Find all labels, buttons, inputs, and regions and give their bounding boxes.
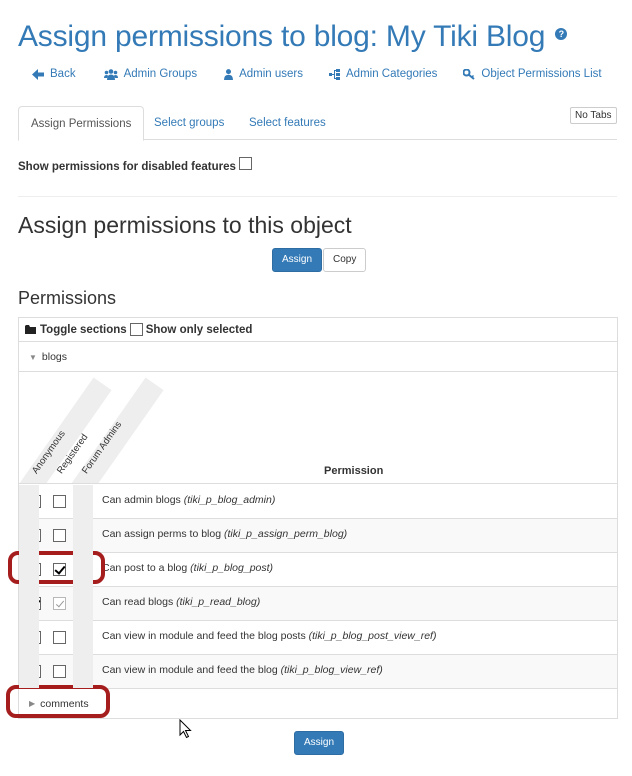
assign-heading: Assign permissions to this object	[18, 212, 352, 238]
permission-row: Can view in module and feed the blog (ti…	[19, 655, 617, 689]
show-disabled-features-checkbox[interactable]	[238, 157, 252, 170]
permission-row: Can read blogs (tiki_p_read_blog)	[19, 587, 617, 621]
assign-button-bottom[interactable]: Assign	[294, 731, 345, 755]
section-blogs-toggle[interactable]: ▼ blogs	[19, 343, 617, 372]
nav-links: Back Admin Groups Admin users Admin Cate…	[32, 68, 602, 80]
permission-checkbox-registered[interactable]	[53, 563, 66, 576]
tab-select-groups[interactable]: Select groups	[142, 106, 236, 140]
permission-label: Can admin blogs (tiki_p_blog_admin)	[102, 485, 275, 515]
divider	[18, 196, 617, 197]
admin-groups-link-label: Admin Groups	[123, 68, 198, 80]
show-disabled-features-label: Show permissions for disabled features	[18, 160, 236, 173]
caret-right-icon: ▶	[29, 699, 36, 708]
arrow-left-icon	[32, 68, 44, 80]
show-only-selected-label: Show only selected	[145, 323, 253, 336]
permission-checkbox-registered[interactable]	[53, 631, 66, 644]
sitemap-icon	[329, 68, 341, 80]
permission-column-header: Permission	[324, 465, 384, 477]
users-icon	[103, 68, 118, 80]
permission-name: Can post to a blog	[102, 562, 188, 574]
admin-categories-link[interactable]: Admin Categories	[329, 68, 437, 80]
forum-admins-column-stripe	[73, 485, 93, 688]
permission-checkbox-registered[interactable]	[53, 665, 66, 678]
key-icon	[463, 68, 476, 80]
permission-checkbox-registered[interactable]	[53, 597, 66, 610]
tab-bar: Assign Permissions Select groups Select …	[18, 106, 617, 141]
caret-down-icon: ▼	[29, 352, 37, 362]
folder-icon[interactable]	[25, 325, 36, 334]
toggle-sections-row: Toggle sections Show only selected	[19, 318, 617, 342]
permission-label: Can view in module and feed the blog pos…	[102, 621, 436, 651]
tab-assign-permissions[interactable]: Assign Permissions	[18, 106, 145, 141]
show-only-selected-checkbox[interactable]	[129, 323, 143, 336]
permission-checkbox-registered[interactable]	[53, 495, 66, 508]
section-comments-label: comments	[40, 697, 89, 710]
copy-button[interactable]: Copy	[323, 248, 367, 272]
permission-name: Can view in module and feed the blog pos…	[102, 630, 306, 642]
permission-code: (tiki_p_read_blog)	[176, 596, 261, 608]
object-permissions-list-link-label: Object Permissions List	[481, 68, 602, 80]
assign-button-top[interactable]: Assign	[272, 248, 323, 272]
section-blogs-label: blogs	[41, 351, 68, 363]
permission-label: Can assign perms to blog (tiki_p_assign_…	[102, 519, 347, 549]
group-columns-header: Anonymous Registered Forum Admins Permis…	[19, 373, 617, 484]
page-title: Assign permissions to blog: My Tiki Blog…	[18, 20, 568, 54]
section-comments-toggle[interactable]: ▶ comments	[19, 688, 617, 719]
permissions-table: Toggle sections Show only selected ▼ blo…	[18, 317, 618, 719]
permission-code: (tiki_p_assign_perm_blog)	[224, 528, 348, 540]
back-link[interactable]: Back	[32, 68, 76, 80]
user-icon	[224, 68, 234, 80]
admin-groups-link[interactable]: Admin Groups	[103, 68, 198, 80]
permission-name: Can view in module and feed the blog	[102, 664, 278, 676]
permission-label: Can view in module and feed the blog (ti…	[102, 655, 383, 685]
object-permissions-list-link[interactable]: Object Permissions List	[463, 68, 602, 80]
toggle-sections-label[interactable]: Toggle sections	[40, 324, 127, 336]
permission-code: (tiki_p_blog_post_view_ref)	[308, 630, 437, 642]
anonymous-column-stripe	[19, 485, 39, 688]
permission-checkbox-registered[interactable]	[53, 529, 66, 542]
no-tabs-button[interactable]: No Tabs	[570, 107, 617, 124]
permission-code: (tiki_p_blog_admin)	[183, 494, 276, 506]
permission-name: Can assign perms to blog	[102, 528, 222, 540]
permission-label: Can read blogs (tiki_p_read_blog)	[102, 587, 260, 617]
permission-row: Can view in module and feed the blog pos…	[19, 621, 617, 655]
page-title-text: Assign permissions to blog: My Tiki Blog	[18, 20, 546, 53]
permission-name: Can read blogs	[102, 596, 174, 608]
admin-users-link-label: Admin users	[239, 68, 304, 80]
back-link-label: Back	[50, 68, 76, 80]
permission-row: Can assign perms to blog (tiki_p_assign_…	[19, 519, 617, 553]
permission-row: Can post to a blog (tiki_p_blog_post)	[19, 553, 617, 587]
admin-users-link[interactable]: Admin users	[224, 68, 303, 80]
permission-name: Can admin blogs	[102, 494, 181, 506]
permission-code: (tiki_p_blog_view_ref)	[280, 664, 383, 676]
admin-categories-link-label: Admin Categories	[346, 68, 438, 80]
tab-select-features[interactable]: Select features	[237, 106, 338, 140]
question-circle-icon[interactable]: ?	[555, 28, 568, 41]
show-disabled-features: Show permissions for disabled features	[18, 157, 252, 173]
permission-label: Can post to a blog (tiki_p_blog_post)	[102, 553, 273, 583]
permission-code: (tiki_p_blog_post)	[190, 562, 274, 574]
permissions-heading: Permissions	[18, 288, 117, 308]
mouse-cursor-icon	[179, 719, 192, 739]
permission-row: Can admin blogs (tiki_p_blog_admin)	[19, 485, 617, 519]
